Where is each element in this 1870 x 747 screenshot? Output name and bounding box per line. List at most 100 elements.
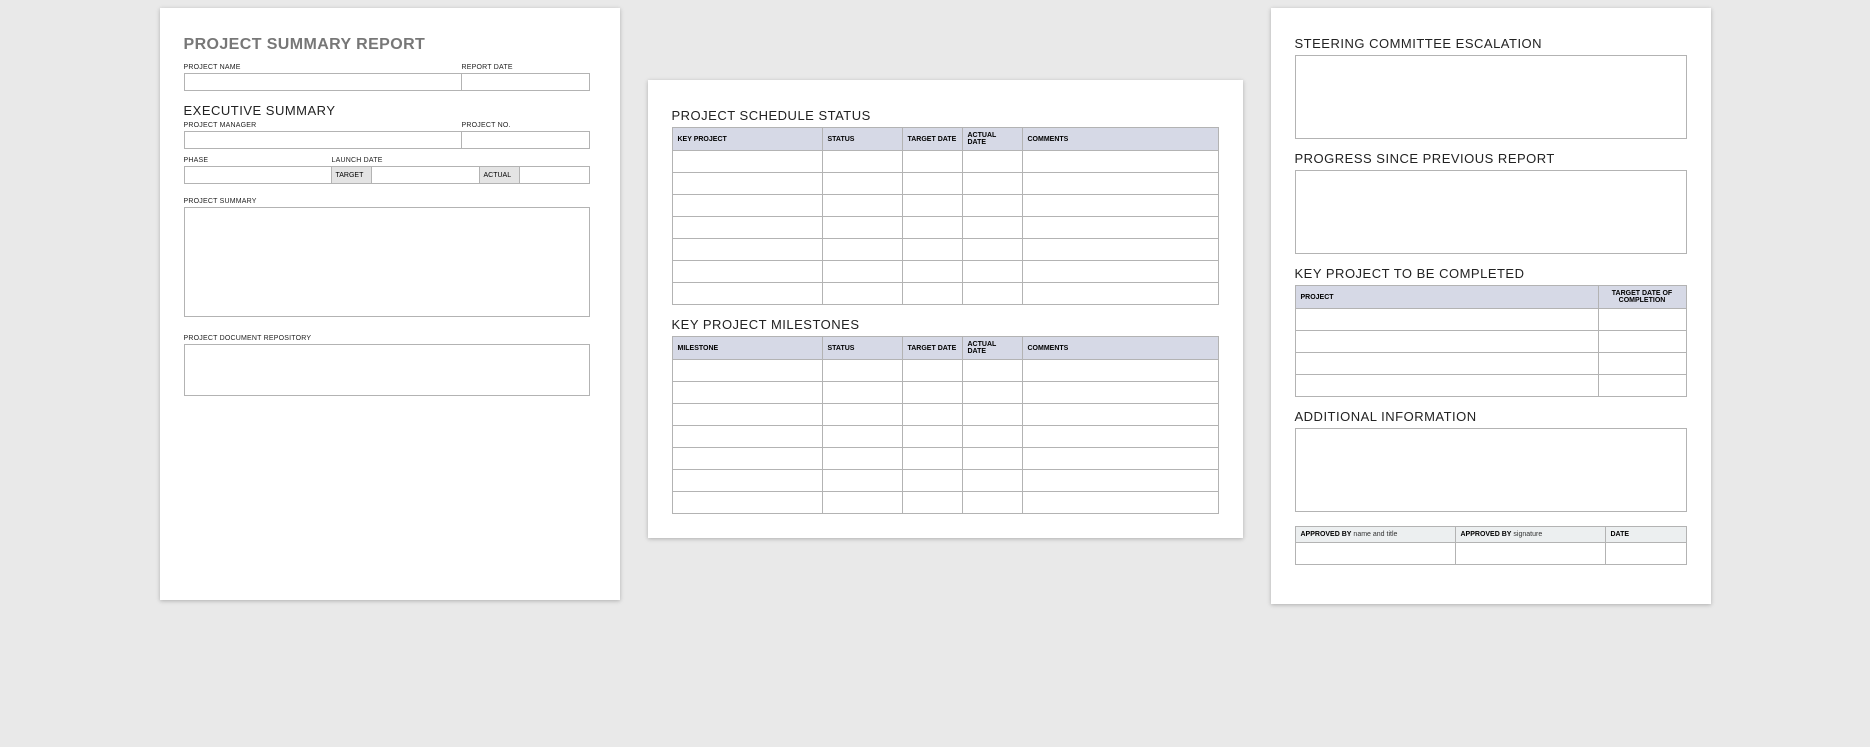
table-cell[interactable]: [902, 492, 962, 514]
table-cell[interactable]: [1022, 261, 1218, 283]
doc-repo-field[interactable]: [184, 344, 590, 396]
table-cell[interactable]: [1022, 239, 1218, 261]
table-cell[interactable]: [672, 239, 822, 261]
table-cell[interactable]: [962, 448, 1022, 470]
table-cell[interactable]: [672, 261, 822, 283]
table-cell[interactable]: [672, 404, 822, 426]
table-cell[interactable]: [672, 195, 822, 217]
table-cell[interactable]: [962, 404, 1022, 426]
table-cell[interactable]: [1295, 331, 1598, 353]
approval-value-row: [1295, 543, 1686, 565]
progress-heading: PROGRESS SINCE PREVIOUS REPORT: [1295, 151, 1687, 166]
table-cell[interactable]: [822, 448, 902, 470]
table-cell[interactable]: [1022, 151, 1218, 173]
table-cell[interactable]: [672, 470, 822, 492]
table-cell[interactable]: [962, 492, 1022, 514]
approved-by-signature-field[interactable]: [1455, 543, 1605, 565]
table-cell[interactable]: [822, 360, 902, 382]
table-cell[interactable]: [902, 470, 962, 492]
table-cell[interactable]: [902, 217, 962, 239]
table-header-row: MILESTONE STATUS TARGET DATE ACTUAL DATE…: [672, 337, 1218, 360]
table-cell[interactable]: [902, 283, 962, 305]
table-cell[interactable]: [902, 360, 962, 382]
table-cell[interactable]: [672, 283, 822, 305]
table-cell[interactable]: [902, 239, 962, 261]
table-cell[interactable]: [822, 261, 902, 283]
table-cell[interactable]: [822, 217, 902, 239]
table-cell[interactable]: [672, 426, 822, 448]
table-cell[interactable]: [962, 217, 1022, 239]
table-cell[interactable]: [672, 492, 822, 514]
table-cell[interactable]: [1022, 283, 1218, 305]
table-cell[interactable]: [822, 382, 902, 404]
table-cell[interactable]: [962, 360, 1022, 382]
table-cell[interactable]: [962, 382, 1022, 404]
table-cell[interactable]: [1022, 448, 1218, 470]
report-date-field[interactable]: [462, 73, 590, 91]
table-cell[interactable]: [962, 426, 1022, 448]
target-date-field[interactable]: [372, 166, 480, 184]
table-cell[interactable]: [672, 382, 822, 404]
table-cell[interactable]: [962, 470, 1022, 492]
project-manager-field[interactable]: [184, 131, 462, 149]
table-cell[interactable]: [822, 283, 902, 305]
table-cell[interactable]: [902, 382, 962, 404]
key-project-body: [1295, 309, 1686, 397]
table-cell[interactable]: [1598, 375, 1686, 397]
table-cell[interactable]: [822, 470, 902, 492]
table-cell[interactable]: [672, 448, 822, 470]
table-cell[interactable]: [1022, 360, 1218, 382]
table-cell[interactable]: [1022, 470, 1218, 492]
project-name-field[interactable]: [184, 73, 462, 91]
table-cell[interactable]: [1295, 375, 1598, 397]
table-cell[interactable]: [822, 426, 902, 448]
table-cell[interactable]: [822, 195, 902, 217]
project-no-field[interactable]: [462, 131, 590, 149]
table-cell[interactable]: [1022, 195, 1218, 217]
table-cell[interactable]: [962, 151, 1022, 173]
table-cell[interactable]: [822, 404, 902, 426]
table-cell[interactable]: [822, 173, 902, 195]
table-cell[interactable]: [1598, 309, 1686, 331]
table-cell[interactable]: [672, 217, 822, 239]
additional-info-field[interactable]: [1295, 428, 1687, 512]
steering-field[interactable]: [1295, 55, 1687, 139]
table-cell[interactable]: [1598, 331, 1686, 353]
table-cell[interactable]: [822, 151, 902, 173]
table-cell[interactable]: [962, 195, 1022, 217]
table-cell[interactable]: [962, 239, 1022, 261]
table-cell[interactable]: [1022, 173, 1218, 195]
approval-date-field[interactable]: [1605, 543, 1686, 565]
table-cell[interactable]: [822, 239, 902, 261]
table-cell[interactable]: [1295, 353, 1598, 375]
table-cell[interactable]: [1022, 382, 1218, 404]
table-cell[interactable]: [822, 492, 902, 514]
table-cell[interactable]: [672, 173, 822, 195]
table-cell[interactable]: [902, 261, 962, 283]
table-cell[interactable]: [672, 360, 822, 382]
table-cell[interactable]: [1598, 353, 1686, 375]
phase-field[interactable]: [184, 166, 332, 184]
table-cell[interactable]: [962, 261, 1022, 283]
approved-by-name-field[interactable]: [1295, 543, 1455, 565]
actual-date-field[interactable]: [520, 166, 590, 184]
table-cell[interactable]: [1022, 426, 1218, 448]
project-summary-field[interactable]: [184, 207, 590, 317]
table-cell[interactable]: [672, 151, 822, 173]
table-cell[interactable]: [1022, 217, 1218, 239]
table-cell[interactable]: [902, 448, 962, 470]
th-actual-date: ACTUAL DATE: [962, 128, 1022, 151]
table-cell[interactable]: [962, 283, 1022, 305]
progress-field[interactable]: [1295, 170, 1687, 254]
table-cell[interactable]: [902, 173, 962, 195]
table-row: [672, 426, 1218, 448]
table-cell[interactable]: [902, 195, 962, 217]
table-cell[interactable]: [1022, 404, 1218, 426]
table-cell[interactable]: [902, 426, 962, 448]
approval-date-label: DATE: [1605, 527, 1686, 543]
table-cell[interactable]: [962, 173, 1022, 195]
table-cell[interactable]: [1022, 492, 1218, 514]
table-cell[interactable]: [902, 151, 962, 173]
table-cell[interactable]: [902, 404, 962, 426]
table-cell[interactable]: [1295, 309, 1598, 331]
